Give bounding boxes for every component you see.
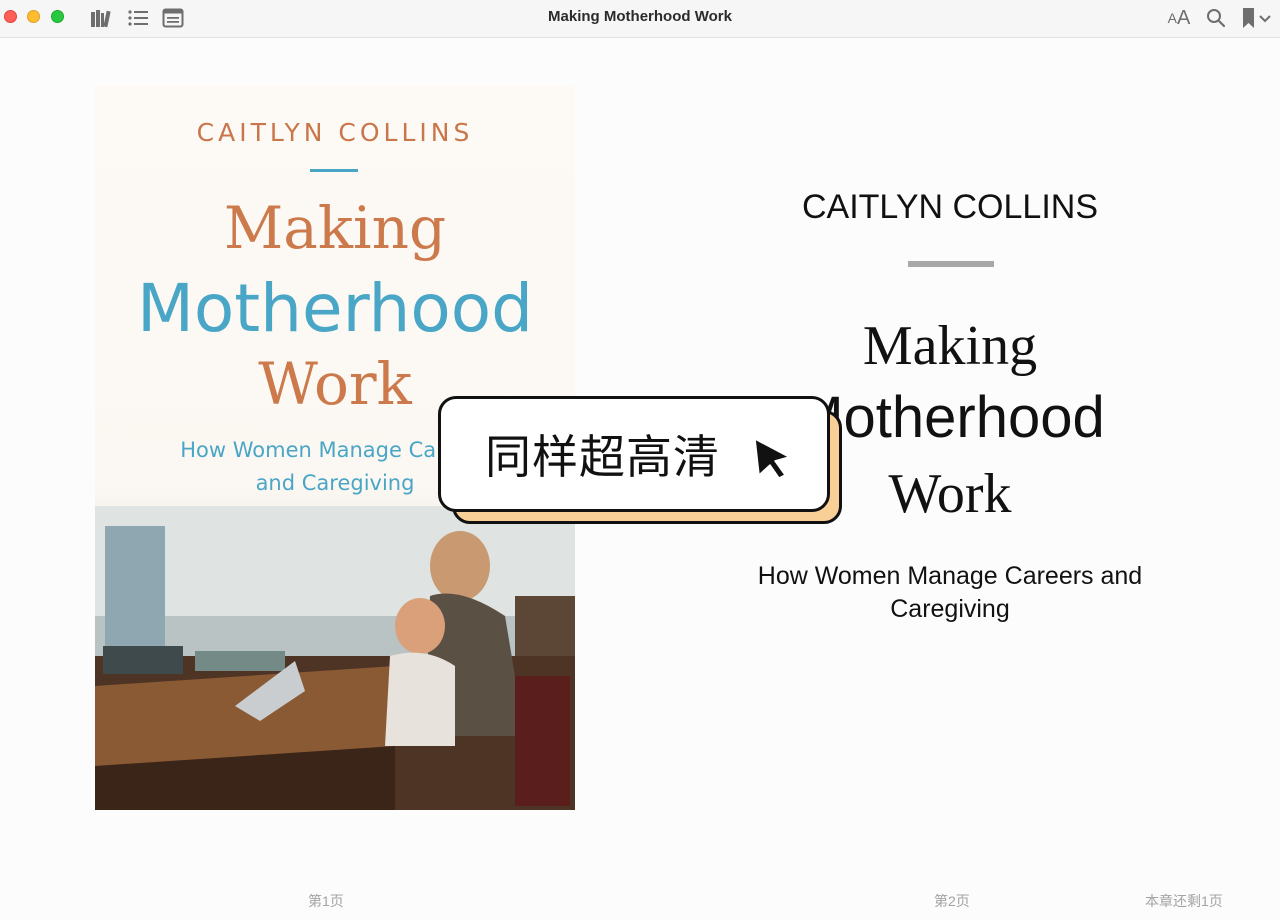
window-title: Making Motherhood Work <box>548 8 732 25</box>
promo-badge: 同样超高清 <box>438 396 830 512</box>
search-icon[interactable] <box>1204 6 1228 30</box>
font-size-icon[interactable]: AA <box>1164 6 1194 30</box>
font-size-small-a: A <box>1167 10 1177 26</box>
cover-author: CAITLYN COLLINS <box>196 118 474 147</box>
title-bar: Making Motherhood Work AA <box>0 0 1280 38</box>
promo-badge-text: 同样超高清 <box>485 430 720 484</box>
page-divider <box>908 261 994 267</box>
bookmark-icon[interactable] <box>1238 6 1276 30</box>
cover-divider <box>310 169 358 172</box>
cover-title-line1: Making <box>223 194 447 262</box>
cursor-arrow-icon <box>754 438 790 479</box>
chapter-pages-remaining: 本章还剩1页 <box>1145 893 1223 909</box>
right-page-number: 第2页 <box>934 893 970 909</box>
page-title-line1: Making <box>862 315 1038 377</box>
font-size-large-a: A <box>1177 6 1191 29</box>
page-subtitle: How Women Manage Careers and Caregiving <box>757 562 1143 623</box>
page-author: CAITLYN COLLINS <box>801 188 1098 226</box>
cover-title-line2: Motherhood <box>136 270 534 347</box>
cover-photo <box>95 506 575 810</box>
left-page-number: 第1页 <box>308 893 344 909</box>
